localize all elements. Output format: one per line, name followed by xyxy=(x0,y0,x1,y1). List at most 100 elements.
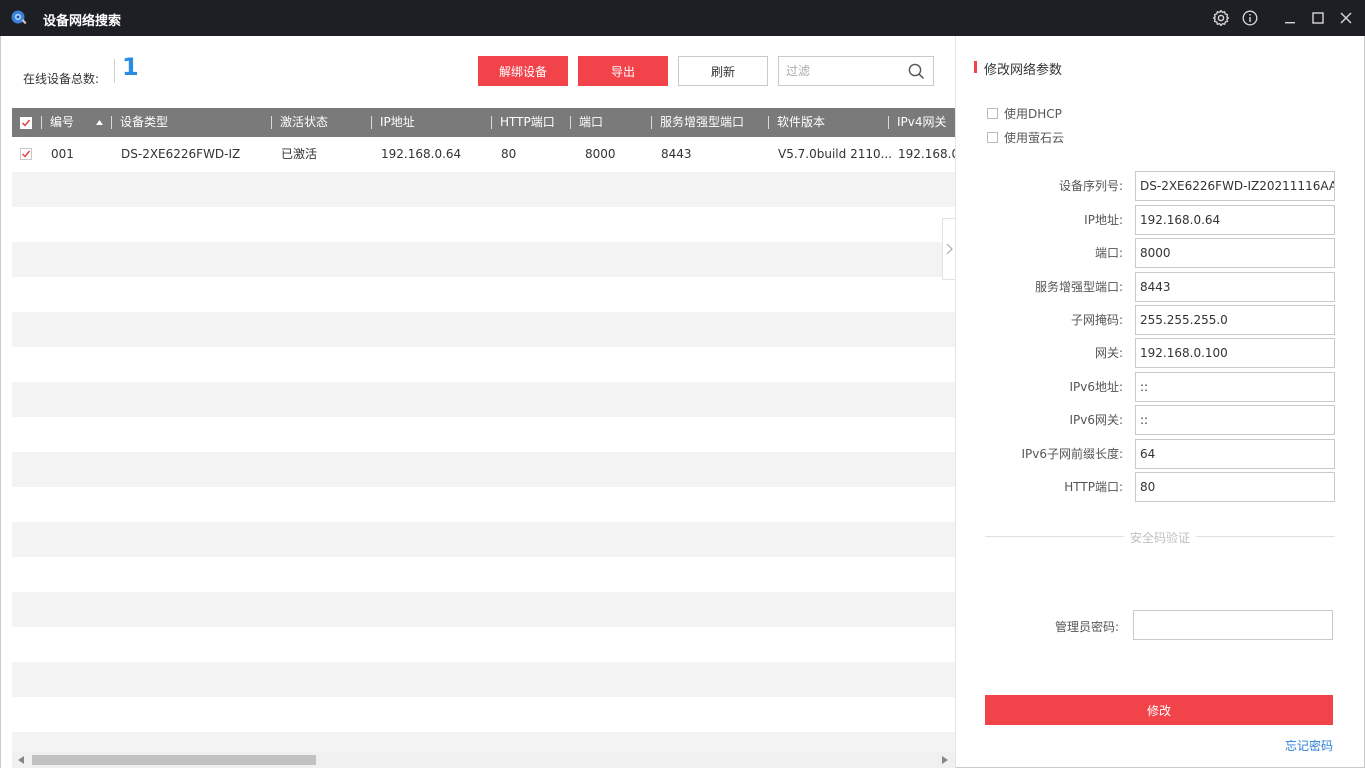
table-row-empty xyxy=(12,697,956,732)
panel-title: 修改网络参数 xyxy=(984,63,1063,78)
table-row-empty xyxy=(12,487,956,522)
ipv6-gateway-field[interactable]: :: xyxy=(1135,405,1335,435)
maximize-icon xyxy=(1312,12,1324,24)
use-dhcp-checkbox[interactable]: 使用DHCP xyxy=(987,105,1062,122)
network-params-panel: 修改网络参数 使用DHCP 使用萤石云 设备序列号: DS-2XE6226FWD… xyxy=(955,36,1365,768)
online-count-value: 1 xyxy=(122,53,139,81)
close-button[interactable] xyxy=(1336,8,1356,28)
table-row-empty xyxy=(12,347,956,382)
gear-icon xyxy=(1212,9,1230,27)
search-icon[interactable] xyxy=(908,63,925,80)
column-divider xyxy=(570,116,571,129)
online-count-label: 在线设备总数: xyxy=(23,72,100,86)
column-header-id[interactable]: 编号 xyxy=(50,108,74,137)
cell-port: 8000 xyxy=(585,147,616,161)
column-header-status[interactable]: 激活状态 xyxy=(280,108,328,137)
cell-type: DS-2XE6226FWD-IZ xyxy=(121,147,241,161)
table-row[interactable]: 001 DS-2XE6226FWD-IZ 已激活 192.168.0.64 80… xyxy=(12,137,956,172)
column-divider xyxy=(371,116,372,129)
divider xyxy=(114,59,115,83)
subnet-mask-field[interactable]: 255.255.255.0 xyxy=(1135,305,1335,335)
http-port-label: HTTP端口: xyxy=(1064,480,1123,494)
about-button[interactable] xyxy=(1240,8,1260,28)
table-row-empty xyxy=(12,207,956,242)
port-field[interactable]: 8000 xyxy=(1135,238,1335,268)
forgot-password-link[interactable]: 忘记密码 xyxy=(1285,737,1333,754)
use-dhcp-label: 使用DHCP xyxy=(1004,107,1062,121)
close-icon xyxy=(1340,12,1352,24)
scroll-right-icon[interactable] xyxy=(942,756,948,764)
table-row-empty xyxy=(12,522,956,557)
table-row-empty xyxy=(12,662,956,697)
table-row-empty xyxy=(12,452,956,487)
use-ezviz-label: 使用萤石云 xyxy=(1004,131,1065,145)
check-icon xyxy=(22,119,31,127)
security-section-label: 安全码验证 xyxy=(1124,529,1197,546)
column-divider xyxy=(651,116,652,129)
column-header-port[interactable]: 端口 xyxy=(579,108,603,137)
scroll-left-icon[interactable] xyxy=(18,756,24,764)
cell-enhanced-port: 8443 xyxy=(661,147,692,161)
table-row-empty xyxy=(12,417,956,452)
check-icon xyxy=(22,150,31,158)
modify-button[interactable]: 修改 xyxy=(985,695,1333,725)
cell-id: 001 xyxy=(51,147,74,161)
title-accent-bar xyxy=(974,61,977,73)
table-row-empty xyxy=(12,242,956,277)
sort-ascending-icon[interactable] xyxy=(96,120,103,125)
ip-address-field[interactable]: 192.168.0.64 xyxy=(1135,205,1335,235)
gateway-label: 网关: xyxy=(1094,346,1123,360)
ipv6-address-label: IPv6地址: xyxy=(1069,380,1123,394)
export-button[interactable]: 导出 xyxy=(578,56,668,86)
refresh-button[interactable]: 刷新 xyxy=(678,56,768,86)
settings-button[interactable] xyxy=(1211,8,1231,28)
table-row-empty xyxy=(12,592,956,627)
serial-number-label: 设备序列号: xyxy=(1058,179,1123,193)
column-header-http-port[interactable]: HTTP端口 xyxy=(500,108,555,137)
cell-ip: 192.168.0.64 xyxy=(381,147,462,161)
enhanced-port-label: 服务增强型端口: xyxy=(1034,280,1123,294)
column-header-enhanced-port[interactable]: 服务增强型端口 xyxy=(660,108,744,137)
serial-number-field[interactable]: DS-2XE6226FWD-IZ20211116AACH xyxy=(1135,171,1335,201)
port-label: 端口: xyxy=(1094,246,1123,260)
admin-password-field[interactable] xyxy=(1133,610,1333,640)
http-port-field[interactable]: 80 xyxy=(1135,472,1335,502)
ipv6-prefix-label: IPv6子网前缀长度: xyxy=(1021,447,1123,461)
scrollbar-thumb[interactable] xyxy=(32,755,316,765)
cell-status: 已激活 xyxy=(281,147,318,161)
minimize-icon xyxy=(1285,22,1295,24)
horizontal-scrollbar[interactable] xyxy=(12,752,956,768)
column-header-ip[interactable]: IP地址 xyxy=(380,108,415,137)
checkbox-box xyxy=(987,132,998,143)
maximize-button[interactable] xyxy=(1308,8,1328,28)
ip-address-label: IP地址: xyxy=(1084,213,1123,227)
minimize-button[interactable] xyxy=(1280,8,1300,28)
column-divider xyxy=(768,116,769,129)
column-header-type[interactable]: 设备类型 xyxy=(120,108,168,137)
column-divider xyxy=(491,116,492,129)
ipv6-address-field[interactable]: :: xyxy=(1135,372,1335,402)
table-row-empty xyxy=(12,277,956,312)
window-title: 设备网络搜索 xyxy=(43,14,122,29)
panel-collapse-handle[interactable] xyxy=(942,218,956,280)
table-row-empty xyxy=(12,172,956,207)
row-checkbox[interactable] xyxy=(20,148,32,160)
select-all-checkbox[interactable] xyxy=(20,117,32,129)
use-ezviz-checkbox[interactable]: 使用萤石云 xyxy=(987,129,1064,146)
filter-input[interactable] xyxy=(779,57,899,85)
checkbox-box xyxy=(987,108,998,119)
column-header-gateway[interactable]: IPv4网关 xyxy=(897,108,956,137)
enhanced-port-field[interactable]: 8443 xyxy=(1135,272,1335,302)
unbind-device-button[interactable]: 解绑设备 xyxy=(478,56,568,86)
cell-version: V5.7.0build 2110... xyxy=(778,147,893,161)
column-divider xyxy=(111,116,112,129)
column-header-version[interactable]: 软件版本 xyxy=(777,108,825,137)
ipv6-prefix-field[interactable]: 64 xyxy=(1135,439,1335,469)
column-divider xyxy=(271,116,272,129)
table-row-empty xyxy=(12,382,956,417)
chevron-right-icon xyxy=(946,243,953,255)
gateway-field[interactable]: 192.168.0.100 xyxy=(1135,338,1335,368)
table-row-empty xyxy=(12,732,956,753)
subnet-mask-label: 子网掩码: xyxy=(1070,313,1123,327)
admin-password-label: 管理员密码: xyxy=(1054,620,1119,634)
